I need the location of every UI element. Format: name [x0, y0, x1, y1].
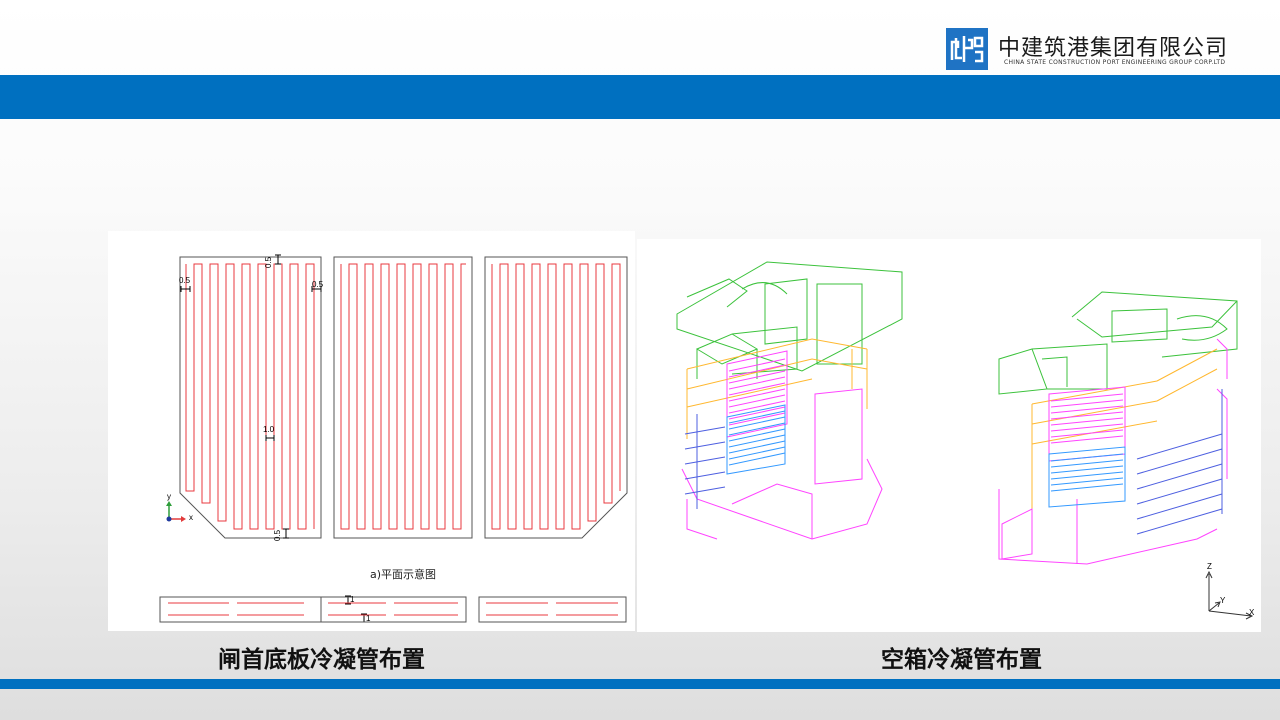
plan-figure: 0.5 0.5 0.5 1.0 0.5 1 1 y x a)平面示意图	[108, 231, 635, 631]
dim-label: 0.5	[264, 256, 273, 268]
xyz-axis-icon	[1205, 570, 1254, 620]
dim-label: 0.5	[179, 276, 191, 285]
caption-hollow-box-pipes: 空箱冷凝管布置	[881, 646, 1042, 673]
dim-label: 0.5	[312, 280, 324, 289]
dim-label: 0.5	[273, 529, 282, 541]
dim-label: 1.0	[263, 425, 275, 434]
plan-panel-mid	[333, 256, 473, 539]
company-logo-icon	[946, 28, 988, 70]
axis-label-x: x	[189, 513, 193, 522]
header-bar	[0, 75, 1280, 119]
axis-label-x: X	[1249, 608, 1255, 617]
plan-pipe-mid	[340, 263, 466, 530]
company-name-en: CHINA STATE CONSTRUCTION PORT ENGINEERIN…	[1004, 59, 1226, 66]
iso-model-left	[676, 261, 903, 540]
plan-subcaption: a)平面示意图	[370, 568, 437, 581]
plan-pipe-left	[185, 263, 315, 530]
xy-axis-icon	[166, 501, 186, 522]
iso-figure: Z Y X	[637, 239, 1261, 632]
axis-label-y: Y	[1220, 596, 1226, 605]
caption-floor-slab-pipes: 闸首底板冷凝管布置	[218, 646, 425, 673]
company-name-cn: 中建筑港集团有限公司	[998, 36, 1229, 61]
plan-pipe-right	[491, 263, 621, 530]
axis-label-y: y	[167, 492, 171, 501]
dim-label: 1	[366, 614, 371, 623]
plan-section-strips	[159, 596, 627, 623]
axis-label-z: Z	[1207, 562, 1212, 571]
iso-model-right	[998, 291, 1238, 565]
dim-label: 1	[350, 595, 355, 604]
footer-bar	[0, 679, 1280, 689]
